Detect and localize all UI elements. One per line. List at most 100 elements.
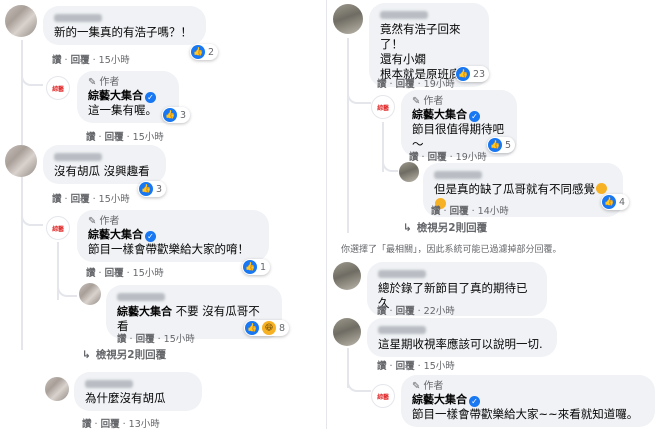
like-button[interactable]: 讚 [82,419,92,429]
thread-line [21,40,23,350]
reply-button[interactable]: 回覆 [450,206,469,217]
avatar[interactable] [79,283,101,305]
view-more-replies-link[interactable]: ↳ 檢視另2則回覆 [403,220,487,235]
comment-text: 沒有胡瓜 沒興趣看 [54,164,150,178]
comment-text: 這星期收視率應該可以說明一切. [378,337,543,351]
avatar[interactable] [399,162,419,182]
commenter-name[interactable] [54,14,102,22]
reply-button[interactable]: 回覆 [71,194,90,205]
page-avatar[interactable]: 綜藝 [371,95,395,119]
reaction-count[interactable]: 👍 5 [487,137,516,153]
timestamp[interactable]: 15小時 [164,334,195,345]
comment-bubble: 為什麼沒有胡瓜 [74,372,202,411]
comment-bubble: 新的一集真的有浩子嗎？！ [43,6,206,45]
timestamp[interactable]: 22小時 [424,306,455,317]
thumbs-up-icon: 👍 [456,67,470,81]
reaction-count[interactable]: 👍 4 [601,194,630,210]
like-button[interactable]: 讚 [117,334,127,345]
reaction-count[interactable]: 👍 1 [242,259,271,275]
reply-button[interactable]: 回覆 [396,306,415,317]
timestamp[interactable]: 15小時 [133,132,164,143]
avatar[interactable] [5,145,37,177]
timestamp[interactable]: 19小時 [456,152,487,163]
reply-button[interactable]: 回覆 [396,361,415,372]
thumbs-up-icon: 👍 [163,108,177,122]
pen-icon: ✎ [88,77,97,88]
thread-connector [21,200,43,226]
pen-icon: ✎ [412,96,421,107]
reply-button[interactable]: 回覆 [105,268,124,279]
commenter-name[interactable] [378,270,426,278]
brand-logo-icon: 綜藝 [52,225,64,233]
like-button[interactable]: 讚 [377,361,387,372]
like-button[interactable]: 讚 [52,55,62,66]
like-button[interactable]: 讚 [377,306,387,317]
like-button[interactable]: 讚 [86,268,96,279]
reaction-count[interactable]: 👍 😆 8 [244,320,290,336]
author-tag: ✎ 作者 [88,216,120,227]
timestamp[interactable]: 13小時 [129,419,160,429]
page-name[interactable]: 綜藝大集合 ✓ [412,108,506,122]
reply-button[interactable]: 回覆 [101,419,120,429]
avatar[interactable] [45,377,69,401]
author-tag: ✎ 作者 [412,96,444,107]
page-avatar[interactable]: 綜藝 [46,216,70,240]
right-comments-panel: 竟然有浩子回來了！ 還有小嫻 根本就是原班底嘛 👍 23 讚 · 回覆 · 19… [326,0,656,429]
reply-button[interactable]: 回覆 [105,132,124,143]
haha-emoji-icon: 😆 [262,321,276,335]
like-button[interactable]: 讚 [377,79,387,90]
comment-actions: 讚 · 回覆 · 15小時 [52,55,130,66]
brand-logo-icon: 綜藝 [377,104,389,112]
reply-button[interactable]: 回覆 [396,79,415,90]
reaction-count[interactable]: 👍 23 [455,66,490,82]
reaction-count[interactable]: 👍 2 [190,44,219,60]
commenter-name[interactable] [434,171,482,179]
mention-link[interactable]: 綜藝大集合 [117,305,172,318]
like-button[interactable]: 讚 [52,194,62,205]
page-name[interactable]: 綜藝大集合 ✓ [412,393,644,407]
timestamp[interactable]: 19小時 [424,79,455,90]
avatar[interactable] [333,262,361,290]
like-button[interactable]: 讚 [431,206,441,217]
commenter-name[interactable] [380,11,428,19]
timestamp[interactable]: 15小時 [99,194,130,205]
reaction-count[interactable]: 👍 3 [162,107,191,123]
thread-connector [57,275,77,297]
avatar[interactable] [333,4,363,34]
verified-badge-icon: ✓ [469,396,480,407]
avatar[interactable] [5,5,37,37]
brand-logo-icon: 綜藝 [52,85,64,93]
page-name[interactable]: 綜藝大集合 ✓ [88,89,168,103]
timestamp[interactable]: 14小時 [478,206,509,217]
author-tag: ✎ 作者 [412,381,444,392]
reaction-count[interactable]: 👍 3 [138,181,167,197]
commenter-name[interactable] [54,153,102,161]
reply-actions: 讚 · 回覆 · 15小時 [117,334,195,345]
view-more-replies-link[interactable]: ↳ 檢視另2則回覆 [82,347,166,362]
commenter-name[interactable] [378,326,426,334]
reply-bubble: ✎ 作者 綜藝大集合 ✓ 節目一樣會帶歡樂給大家~~來看就知道囉。 [401,375,655,427]
page-avatar[interactable]: 綜藝 [46,76,70,100]
commenter-name[interactable] [85,380,133,388]
timestamp[interactable]: 15小時 [99,55,130,66]
filter-notice: 你選擇了「最相關」，因此系統可能已過濾掉部分回覆。 [341,245,562,255]
reply-arrow-icon: ↳ [82,348,91,361]
page-name[interactable]: 綜藝大集合 ✓ [88,228,258,242]
pen-icon: ✎ [412,381,421,392]
thumbs-up-icon: 👍 [243,260,257,274]
timestamp[interactable]: 15小時 [133,268,164,279]
reply-button[interactable]: 回覆 [428,152,447,163]
comment-actions: 讚 · 回覆 · 15小時 [377,361,455,372]
timestamp[interactable]: 15小時 [424,361,455,372]
verified-badge-icon: ✓ [469,111,480,122]
pen-icon: ✎ [88,216,97,227]
reply-button[interactable]: 回覆 [136,334,155,345]
left-comments-panel: 新的一集真的有浩子嗎？！ 👍 2 讚 · 回覆 · 15小時 綜藝 ✎ 作者 綜藝… [0,0,320,429]
like-button[interactable]: 讚 [86,132,96,143]
reply-actions: 讚 · 回覆 · 15小時 [86,268,164,279]
avatar[interactable] [333,318,361,346]
commenter-name[interactable] [117,293,165,301]
reply-button[interactable]: 回覆 [71,55,90,66]
thumbs-up-icon: 👍 [602,195,616,209]
page-avatar[interactable]: 綜藝 [371,384,395,408]
